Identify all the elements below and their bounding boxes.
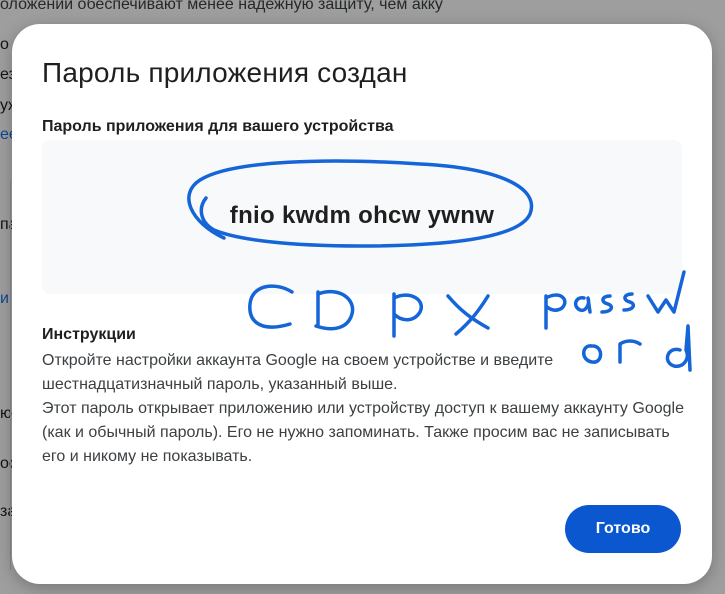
app-password-dialog: Пароль приложения создан Пароль приложен… bbox=[12, 24, 712, 584]
background-divider-vertical bbox=[10, 180, 11, 570]
done-button[interactable]: Готово bbox=[565, 505, 681, 553]
instructions-body: Откройте настройки аккаунта Google на св… bbox=[42, 349, 692, 469]
app-password-value[interactable]: fnio kwdm ohcw ywnw bbox=[42, 202, 682, 230]
password-label: Пароль приложения для вашего устройства bbox=[42, 118, 394, 135]
instructions-title: Инструкции bbox=[42, 326, 136, 343]
background-fragment: и bbox=[0, 290, 9, 307]
dialog-title: Пароль приложения создан bbox=[42, 57, 408, 88]
background-top-text: оложении обеспечивают менее надежную защ… bbox=[0, 0, 443, 13]
instruction-paragraph: Этот пароль открывает приложению или уст… bbox=[42, 400, 684, 465]
background-fragment: о bbox=[0, 36, 9, 53]
instruction-paragraph: Откройте настройки аккаунта Google на св… bbox=[42, 352, 554, 393]
password-box[interactable]: fnio kwdm ohcw ywnw bbox=[42, 140, 682, 294]
